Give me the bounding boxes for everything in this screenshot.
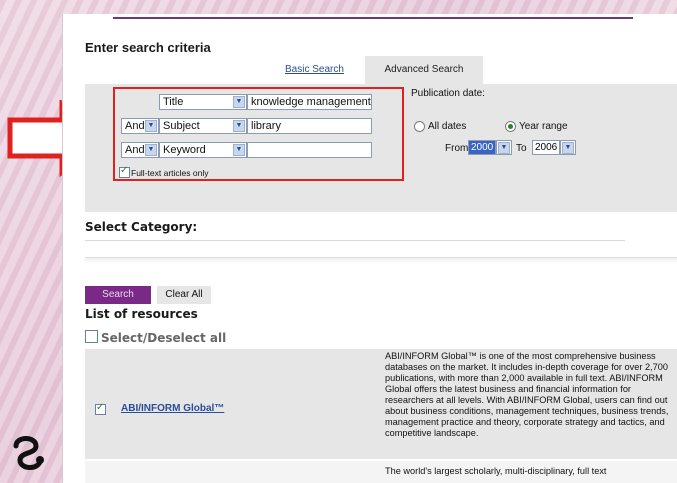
- chevron-down-icon: ▼: [498, 142, 510, 154]
- logo-icon: [13, 436, 44, 470]
- from-year-select[interactable]: 2000: [468, 140, 496, 155]
- resource-description: The world's largest scholarly, multi-dis…: [385, 466, 607, 476]
- tab-basic-search[interactable]: Basic Search: [285, 64, 344, 75]
- pubdate-label: Publication date:: [411, 88, 485, 99]
- clear-all-button[interactable]: Clear All: [157, 286, 211, 304]
- resource-row: The world's largest scholarly, multi-dis…: [85, 461, 677, 483]
- to-year-dropdown[interactable]: ▼: [560, 140, 576, 155]
- category-divider: [85, 257, 677, 264]
- tab-advanced-search[interactable]: Advanced Search: [365, 56, 483, 84]
- from-year-dropdown[interactable]: ▼: [496, 140, 512, 155]
- search-button[interactable]: Search: [85, 286, 151, 304]
- select-all-label: Select/Deselect all: [101, 331, 227, 345]
- year-range-label: Year range: [519, 121, 568, 132]
- page-title: Enter search criteria: [85, 40, 211, 55]
- divider: [85, 240, 625, 241]
- to-label: To: [516, 143, 527, 154]
- resource-description: ABI/INFORM Global™ is one of the most co…: [385, 351, 669, 438]
- select-category-title: Select Category:: [85, 220, 198, 234]
- resource-link[interactable]: ABI/INFORM Global™: [121, 403, 224, 414]
- resource-row: ABI/INFORM Global™ ABI/INFORM Global™ is…: [85, 349, 677, 459]
- select-all-toggle[interactable]: Select/Deselect all: [85, 330, 226, 345]
- year-range-radio[interactable]: [505, 121, 516, 132]
- highlight-box: [113, 87, 404, 181]
- resource-checkbox[interactable]: [95, 402, 106, 415]
- top-strip: [113, 17, 633, 19]
- search-panel: Enter search criteria Basic Search Advan…: [62, 14, 677, 483]
- select-all-checkbox[interactable]: [85, 330, 98, 343]
- resources-title: List of resources: [85, 307, 198, 321]
- from-label: From: [445, 143, 469, 154]
- chevron-down-icon: ▼: [562, 142, 574, 154]
- to-year-select[interactable]: 2006: [532, 140, 560, 155]
- all-dates-label: All dates: [428, 121, 467, 132]
- all-dates-radio[interactable]: [414, 121, 425, 132]
